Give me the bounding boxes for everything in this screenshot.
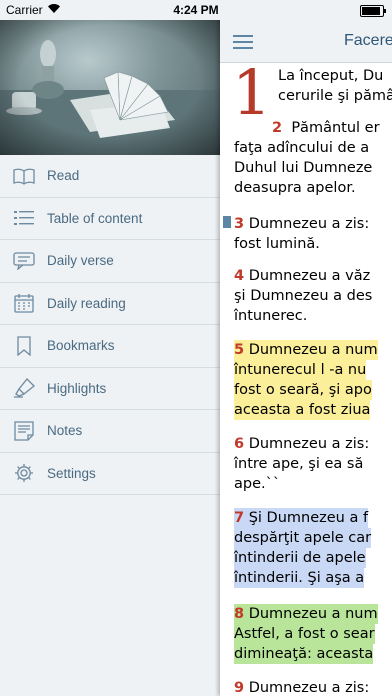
hamburger-menu-icon[interactable]	[233, 35, 253, 49]
chapter-number: 1	[232, 62, 272, 129]
bookmark-icon	[13, 335, 35, 357]
verse-8[interactable]: 8 Dumnezeu a num	[234, 604, 378, 624]
menu-item-notes[interactable]: Notes	[0, 410, 220, 453]
verse-text: Dumnezeu a num	[248, 342, 378, 358]
verse-number: 4	[234, 268, 245, 284]
battery-icon	[360, 5, 386, 17]
menu-item-daily-reading[interactable]: Daily reading	[0, 283, 220, 325]
verse-5-line-3[interactable]: fost o seară, şi apo	[234, 380, 372, 400]
verse-7[interactable]: 7 Şi Dumnezeu a f	[234, 508, 369, 528]
menu-item-label: Daily reading	[47, 295, 126, 311]
menu-item-label: Notes	[47, 423, 83, 439]
verse-9[interactable]: 9 Dumnezeu a zis:	[234, 678, 369, 696]
verse-6-line-3[interactable]: ape.``	[234, 474, 280, 494]
clock: 4:24 PM	[173, 3, 219, 17]
menu-item-label: Read	[47, 168, 80, 184]
verse-5[interactable]: 5 Dumnezeu a num	[234, 340, 378, 360]
list-icon	[13, 207, 35, 229]
verse-6[interactable]: 6 Dumnezeu a zis:	[234, 434, 369, 454]
main-menu: Read Table of content Daily verse Daily …	[0, 155, 220, 495]
verse-1-line-2[interactable]: cerurile şi pămâ	[278, 86, 392, 106]
verse-2-line-2[interactable]: faţa adîncului de a	[234, 138, 369, 158]
menu-item-label: Bookmarks	[47, 338, 115, 354]
book-title[interactable]: Facere	[344, 32, 392, 50]
verse-number: 3	[234, 216, 245, 232]
verse-3[interactable]: 3 Dumnezeu a zis:	[234, 214, 369, 234]
verse-text: Dumnezeu a văz	[248, 268, 371, 284]
verse-2-line-4[interactable]: deasupra apelor.	[234, 178, 356, 198]
verse-text: Dumnezeu a zis:	[248, 436, 370, 452]
verse-8-line-3[interactable]: dimineaţă: aceasta	[234, 644, 374, 664]
menu-item-label: Daily verse	[47, 253, 114, 269]
chat-icon	[13, 250, 35, 272]
status-bar: Carrier 4:24 PM	[0, 0, 392, 20]
menu-item-highlights[interactable]: Highlights	[0, 368, 220, 410]
bookmark-flag-icon	[223, 216, 231, 228]
verse-text: Dumnezeu a num	[248, 606, 378, 622]
notes-icon	[13, 420, 35, 442]
verse-number: 9	[234, 680, 245, 696]
calendar-icon	[13, 292, 35, 314]
verse-text: Dumnezeu a zis:	[248, 216, 370, 232]
verse-number: 7	[234, 510, 245, 526]
menu-item-label: Settings	[47, 465, 96, 481]
menu-item-label: Table of content	[47, 210, 143, 226]
verse-2-line-3[interactable]: Duhul lui Dumneze	[234, 158, 372, 178]
menu-item-settings[interactable]: Settings	[0, 453, 220, 495]
book-icon	[13, 165, 35, 187]
verse-number: 8	[234, 606, 245, 622]
menu-item-read[interactable]: Read	[0, 155, 220, 198]
verse-7-line-4[interactable]: întinderii. Şi aşa a	[234, 568, 365, 588]
side-menu: Read Table of content Daily verse Daily …	[0, 0, 220, 696]
verse-text: Dumnezeu a zis:	[248, 680, 370, 696]
verse-number: 6	[234, 436, 245, 452]
menu-item-daily-verse[interactable]: Daily verse	[0, 240, 220, 283]
verse-6-line-2[interactable]: între ape, şi ea să	[234, 454, 363, 474]
reading-pane[interactable]: Facere 1 La început, Du cerurile şi pămâ…	[220, 0, 392, 696]
navigation-bar: Facere	[220, 20, 392, 63]
menu-item-table-of-content[interactable]: Table of content	[0, 198, 220, 240]
gear-icon	[13, 462, 35, 484]
verse-4-line-3[interactable]: întunerec.	[234, 306, 307, 326]
chapter-text[interactable]: 1 La început, Du cerurile şi pămâ 2 Pămâ…	[220, 62, 392, 696]
header-still-life-image	[0, 20, 220, 155]
menu-item-bookmarks[interactable]: Bookmarks	[0, 325, 220, 368]
highlighter-icon	[13, 377, 35, 399]
verse-text: Şi Dumnezeu a f	[248, 510, 369, 526]
verse-1-line-1[interactable]: La început, Du	[278, 66, 383, 86]
menu-item-label: Highlights	[47, 380, 107, 396]
verse-7-line-2[interactable]: despărţit apele car	[234, 528, 372, 548]
verse-4[interactable]: 4 Dumnezeu a văz	[234, 266, 370, 286]
verse-number: 2	[272, 120, 283, 136]
verse-2[interactable]: 2 Pământul er	[272, 118, 380, 138]
verse-4-line-2[interactable]: şi Dumnezeu a des	[234, 286, 372, 306]
verse-8-line-2[interactable]: Astfel, a fost o sear	[234, 624, 375, 644]
verse-3-line-2[interactable]: fost lumină.	[234, 234, 320, 254]
verse-5-line-2[interactable]: întunerecul l -a nu	[234, 360, 367, 380]
verse-number: 5	[234, 342, 245, 358]
verse-7-line-3[interactable]: întinderii de apele	[234, 548, 366, 568]
verse-text: Pământul er	[291, 120, 380, 136]
verse-5-line-4[interactable]: aceasta a fost ziua	[234, 400, 371, 420]
